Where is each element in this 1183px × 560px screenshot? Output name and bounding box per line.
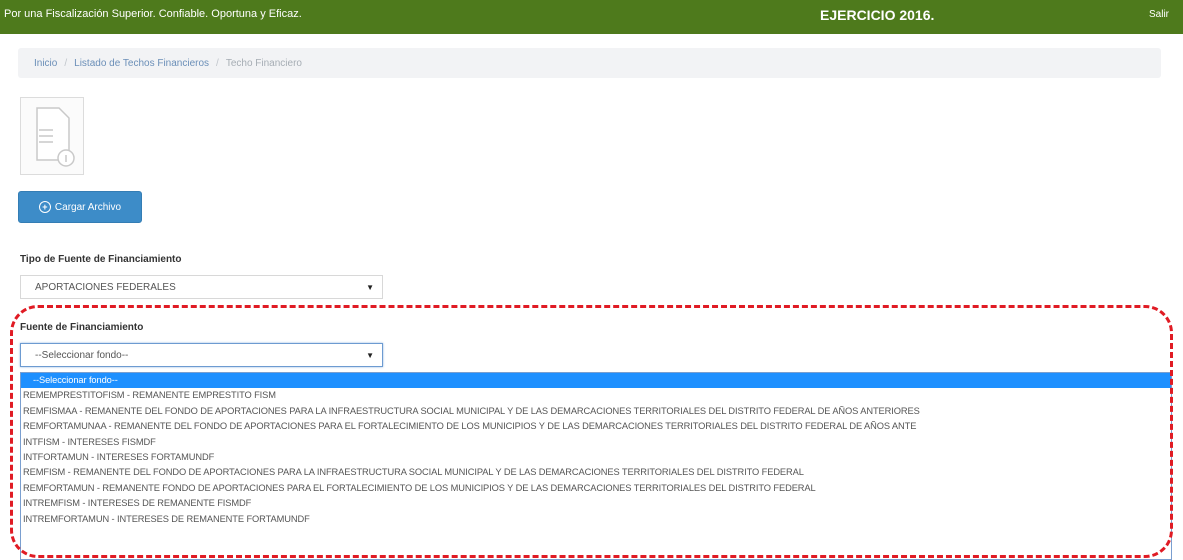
ejercicio-title: EJERCICIO 2016. <box>820 7 935 23</box>
document-icon <box>36 107 75 167</box>
fuente-options-list[interactable]: --Seleccionar fondo-- REMEMPRESTITOFISM … <box>20 372 1172 560</box>
breadcrumb-current: Techo Financiero <box>225 57 302 69</box>
upload-file-label: Cargar Archivo <box>54 201 122 213</box>
dropdown-arrow-icon: ▼ <box>366 283 374 292</box>
option-item[interactable]: REMFORTAMUNAA - REMANENTE DEL FONDO DE A… <box>21 419 1171 434</box>
tipo-fuente-label: Tipo de Fuente de Financiamiento <box>20 254 182 265</box>
dropdown-arrow-icon: ▼ <box>366 351 374 360</box>
tipo-fuente-value: APORTACIONES FEDERALES <box>35 281 176 293</box>
top-bar: Por una Fiscalización Superior. Confiabl… <box>0 0 1183 34</box>
upload-file-button[interactable]: + Cargar Archivo <box>18 191 142 223</box>
breadcrumb-inicio[interactable]: Inicio <box>34 58 57 69</box>
option-item[interactable]: INTREMFORTAMUN - INTERESES DE REMANENTE … <box>21 512 1171 527</box>
plus-circle-icon: + <box>38 201 51 213</box>
document-preview[interactable] <box>20 97 84 175</box>
breadcrumb-listado[interactable]: Listado de Techos Financieros <box>74 58 209 69</box>
option-item[interactable]: INTREMFISM - INTERESES DE REMANENTE FISM… <box>21 496 1171 511</box>
option-item[interactable]: REMFISMAA - REMANENTE DEL FONDO DE APORT… <box>21 404 1171 419</box>
option-item[interactable]: REMFORTAMUN - REMANENTE FONDO DE APORTAC… <box>21 481 1171 496</box>
option-item[interactable]: REMEMPRESTITOFISM - REMANENTE EMPRESTITO… <box>21 388 1171 403</box>
tipo-fuente-select[interactable]: APORTACIONES FEDERALES ▼ <box>20 275 383 299</box>
option-item[interactable]: REMFISM - REMANENTE DEL FONDO DE APORTAC… <box>21 465 1171 480</box>
option-item[interactable]: --Seleccionar fondo-- <box>21 373 1171 389</box>
option-item[interactable]: INTFORTAMUN - INTERESES FORTAMUNDF <box>21 450 1171 465</box>
slogan-text: Por una Fiscalización Superior. Confiabl… <box>4 8 302 20</box>
breadcrumb: Inicio / Listado de Techos Financieros /… <box>18 48 1161 78</box>
fuente-label: Fuente de Financiamiento <box>20 322 144 333</box>
fuente-value: --Seleccionar fondo-- <box>35 349 129 361</box>
breadcrumb-separator: / <box>64 57 68 69</box>
breadcrumb-separator: / <box>216 57 219 69</box>
option-item[interactable]: INTFISM - INTERESES FISMDF <box>21 435 1171 450</box>
fuente-select[interactable]: --Seleccionar fondo-- ▼ <box>20 343 383 367</box>
logout-link[interactable]: Salir <box>1149 9 1169 20</box>
